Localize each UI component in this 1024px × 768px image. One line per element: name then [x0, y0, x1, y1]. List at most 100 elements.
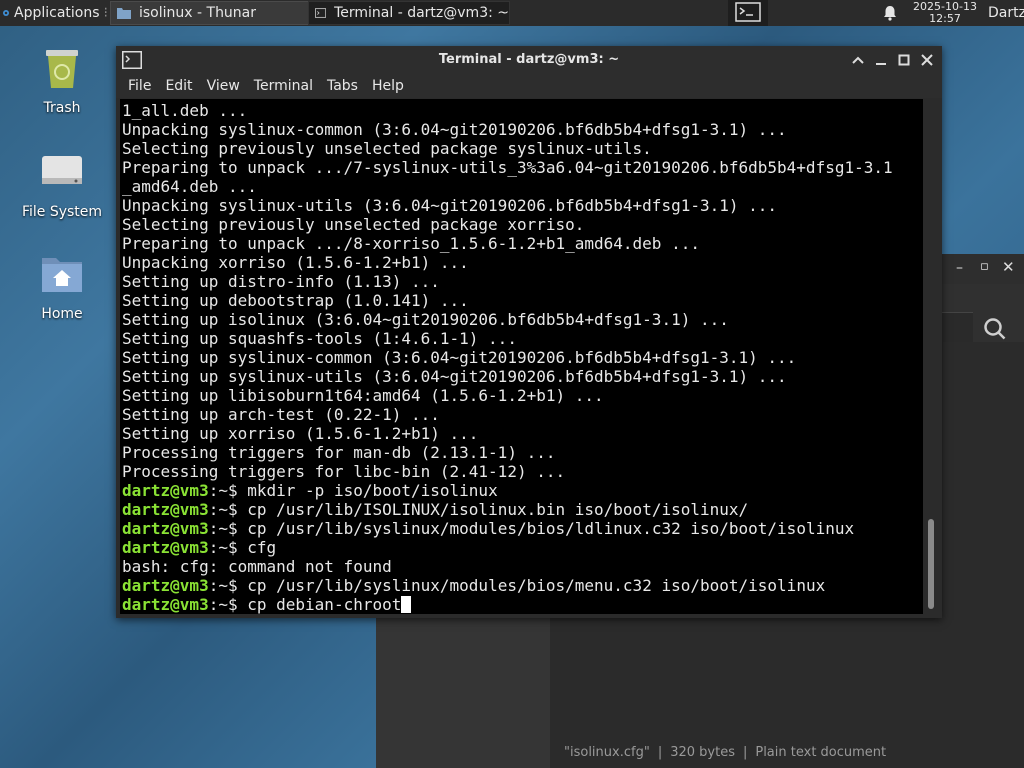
status-separator: |: [742, 744, 748, 760]
desktop-icon-label: Home: [41, 306, 83, 322]
terminal-screen[interactable]: 1_all.deb ... Unpacking syslinux-common (…: [120, 99, 923, 614]
prompt-path: :~$: [208, 538, 238, 557]
terminal-command-line: dartz@vm3:~$ cp /usr/lib/ISOLINUX/isolin…: [122, 500, 893, 519]
menu-tabs[interactable]: Tabs: [320, 78, 365, 94]
user-menu[interactable]: Dartz: [988, 0, 1024, 26]
terminal-output-line: Setting up syslinux-common (3:6.04~git20…: [122, 348, 797, 367]
terminal-launcher-icon: [735, 2, 761, 22]
command-text: mkdir -p iso/boot/isolinux: [237, 481, 498, 500]
terminal-output-line: bash: cfg: command not found: [122, 557, 893, 576]
prompt-user: dartz@vm3: [122, 595, 209, 614]
terminal-scrollbar[interactable]: [924, 99, 938, 614]
desktop-icon-home[interactable]: Home: [12, 250, 112, 322]
command-text: cp /usr/lib/ISOLINUX/isolinux.bin iso/bo…: [237, 500, 749, 519]
prompt-user: dartz@vm3: [122, 481, 209, 500]
menu-help[interactable]: Help: [365, 78, 411, 94]
command-text: cfg: [237, 538, 277, 557]
command-text: cp /usr/lib/syslinux/modules/bios/menu.c…: [237, 576, 826, 595]
command-text: cp /usr/lib/syslinux/modules/bios/ldlinu…: [237, 519, 855, 538]
terminal-output-line: Unpacking xorriso (1.5.6-1.2+b1) ...: [122, 253, 469, 272]
close-button[interactable]: [919, 52, 935, 68]
task-terminal[interactable]: Terminal - dartz@vm3: ~: [308, 1, 510, 25]
terminal-output-line: Setting up squashfs-tools (1:4.6.1-1) ..…: [122, 329, 517, 348]
thunar-statusbar: "isolinux.cfg" | 320 bytes | Plain text …: [550, 736, 1024, 768]
search-icon[interactable]: [982, 316, 1008, 342]
terminal-command-line: dartz@vm3:~$ cfg: [122, 538, 893, 557]
terminal-output-line: Setting up distro-info (1.13) ...: [122, 272, 440, 291]
maximize-icon: [898, 54, 910, 66]
desktop-icon-trash[interactable]: Trash: [12, 44, 112, 116]
shade-button[interactable]: [850, 52, 866, 68]
maximize-button[interactable]: [896, 52, 912, 68]
prompt-user: dartz@vm3: [122, 576, 209, 595]
terminal-output-line: Setting up xorriso (1.5.6-1.2+b1) ...: [122, 424, 479, 443]
terminal-output-line: Setting up libisoburn1t64:amd64 (1.5.6-1…: [122, 386, 604, 405]
top-panel: Applications ⁝ isolinux - Thunar Termina…: [0, 0, 1024, 26]
xfce-logo-icon: [3, 9, 10, 17]
prompt-path: :~$: [208, 595, 238, 614]
task-label: Terminal - dartz@vm3: ~: [334, 5, 509, 21]
applications-menu-button[interactable]: Applications ⁝: [0, 0, 108, 26]
minimize-icon: [876, 63, 886, 65]
notifications-button[interactable]: [878, 0, 902, 26]
prompt-path: :~$: [208, 500, 238, 519]
desktop-icon-filesystem[interactable]: File System: [12, 148, 112, 220]
chevron-up-icon: [852, 56, 864, 64]
terminal-command-line: dartz@vm3:~$ cp debian-chroot: [122, 595, 893, 614]
terminal-output-line: Setting up arch-test (0.22-1) ...: [122, 405, 440, 424]
menu-edit[interactable]: Edit: [158, 78, 199, 94]
trash-icon: [46, 50, 78, 88]
clock-time: 12:57: [929, 12, 961, 25]
prompt-path: :~$: [208, 576, 238, 595]
prompt-path: :~$: [208, 519, 238, 538]
prompt-user: dartz@vm3: [122, 500, 209, 519]
terminal-output-line: 1_all.deb ...: [122, 101, 248, 120]
minimize-button[interactable]: [873, 52, 889, 68]
command-text: bash: cfg: command not found: [122, 557, 392, 576]
terminal-output-line: Setting up debootstrap (1.0.141) ...: [122, 291, 469, 310]
terminal-icon: [315, 8, 327, 18]
prompt-user: dartz@vm3: [122, 519, 209, 538]
desktop-icon-label: File System: [21, 204, 103, 220]
task-label: isolinux - Thunar: [139, 5, 257, 21]
terminal-output-line: Processing triggers for man-db (2.13.1-1…: [122, 443, 556, 462]
close-icon: [921, 54, 933, 66]
status-type: Plain text document: [755, 744, 887, 760]
terminal-window: Terminal - dartz@vm3: ~ File Edit View T…: [116, 46, 942, 618]
prompt-path: :~$: [208, 481, 238, 500]
home-folder-icon: [42, 258, 82, 292]
terminal-titlebar[interactable]: Terminal - dartz@vm3: ~: [116, 46, 942, 74]
terminal-output-line: _amd64.deb ...: [122, 177, 257, 196]
workspace-terminal-launcher[interactable]: [728, 0, 768, 26]
terminal-command-line: dartz@vm3:~$ cp /usr/lib/syslinux/module…: [122, 519, 893, 538]
terminal-output-line: Selecting previously unselected package …: [122, 139, 652, 158]
terminal-output-line: Preparing to unpack .../7-syslinux-utils…: [122, 158, 893, 177]
terminal-output-line: Unpacking syslinux-utils (3:6.04~git2019…: [122, 196, 778, 215]
terminal-output: 1_all.deb ... Unpacking syslinux-common (…: [122, 101, 893, 614]
terminal-command-line: dartz@vm3:~$ cp /usr/lib/syslinux/module…: [122, 576, 893, 595]
text-cursor: [401, 596, 412, 613]
close-icon[interactable]: ✕: [1002, 258, 1015, 276]
maximize-icon[interactable]: ▫: [980, 259, 989, 274]
terminal-output-line: Unpacking syslinux-common (3:6.04~git201…: [122, 120, 787, 139]
hard-drive-icon: [42, 156, 82, 184]
menu-grip-icon: ⁝: [103, 5, 108, 21]
terminal-output-line: Setting up isolinux (3:6.04~git20190206.…: [122, 310, 729, 329]
desktop-icon-label: Trash: [43, 100, 81, 116]
applications-label: Applications: [14, 5, 100, 21]
folder-icon: [117, 8, 131, 19]
status-size: 320 bytes: [670, 744, 735, 760]
terminal-output-line: Selecting previously unselected package …: [122, 215, 585, 234]
terminal-command-line: dartz@vm3:~$ mkdir -p iso/boot/isolinux: [122, 481, 893, 500]
status-filename: "isolinux.cfg": [564, 744, 650, 760]
window-title: Terminal - dartz@vm3: ~: [438, 52, 620, 67]
terminal-output-line: Preparing to unpack .../8-xorriso_1.5.6-…: [122, 234, 700, 253]
command-text: cp debian-chroot: [237, 595, 402, 614]
scrollbar-thumb[interactable]: [928, 519, 934, 609]
minimize-icon[interactable]: –: [956, 260, 963, 276]
clock[interactable]: 2025-10-13 12:57: [906, 0, 984, 26]
menu-file[interactable]: File: [116, 78, 158, 94]
menu-view[interactable]: View: [200, 78, 247, 94]
task-thunar[interactable]: isolinux - Thunar: [110, 1, 310, 25]
menu-terminal[interactable]: Terminal: [247, 78, 320, 94]
